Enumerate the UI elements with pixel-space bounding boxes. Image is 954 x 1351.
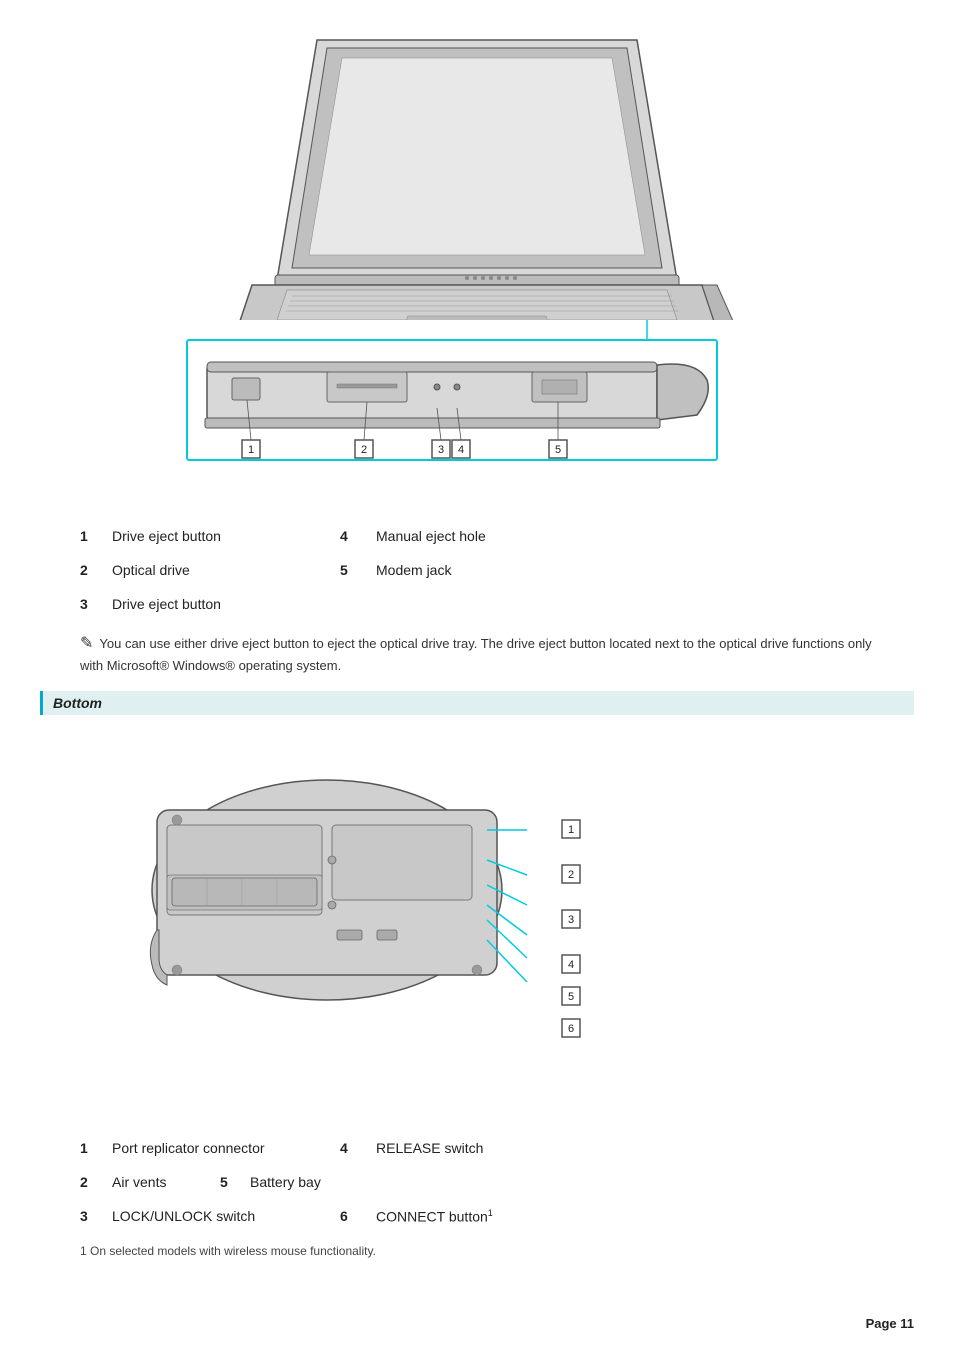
bottom-part-item-1: 1 Port replicator connector bbox=[80, 1140, 340, 1156]
bottom-part-item-5: 5 Battery bay bbox=[220, 1174, 321, 1190]
part-number-2: 2 bbox=[80, 562, 104, 578]
part-name-4: Manual eject hole bbox=[376, 528, 486, 544]
part-item-3: 3 Drive eject button bbox=[80, 596, 340, 612]
bottom-part-item-4: 4 RELEASE switch bbox=[340, 1140, 600, 1156]
bottom-part-item-2: 2 Air vents bbox=[80, 1174, 220, 1190]
bottom-parts-row-3-6: 3 LOCK/UNLOCK switch 6 CONNECT button1 bbox=[80, 1208, 874, 1225]
note-icon: ✎ bbox=[80, 635, 93, 652]
svg-text:1: 1 bbox=[568, 824, 574, 836]
svg-text:4: 4 bbox=[568, 959, 574, 971]
parts-row-2-5: 2 Optical drive 5 Modem jack bbox=[80, 562, 874, 578]
svg-text:5: 5 bbox=[555, 444, 561, 456]
note-box: ✎You can use either drive eject button t… bbox=[80, 632, 874, 676]
laptop-illustration bbox=[40, 20, 914, 320]
part-item-4: 4 Manual eject hole bbox=[340, 528, 600, 544]
footnote: 1 On selected models with wireless mouse… bbox=[80, 1244, 874, 1258]
bottom-part-number-3: 3 bbox=[80, 1208, 104, 1224]
front-parts-list: 1 Drive eject button 4 Manual eject hole… bbox=[80, 528, 874, 612]
front-view-section: 1 2 3 4 5 bbox=[137, 320, 817, 503]
svg-text:4: 4 bbox=[458, 444, 464, 456]
footnote-text: 1 On selected models with wireless mouse… bbox=[80, 1244, 376, 1258]
part-name-3: Drive eject button bbox=[112, 596, 221, 612]
bottom-badges-svg: 1 2 3 4 5 6 bbox=[557, 810, 607, 1090]
page-container: 1 2 3 4 5 1 Drive eject button bbox=[0, 0, 954, 1351]
bottom-part-name-3: LOCK/UNLOCK switch bbox=[112, 1208, 255, 1224]
svg-text:2: 2 bbox=[361, 444, 367, 456]
bottom-part-name-2: Air vents bbox=[112, 1174, 166, 1190]
bottom-part-item-6: 6 CONNECT button1 bbox=[340, 1208, 600, 1225]
part-number-3: 3 bbox=[80, 596, 104, 612]
bottom-parts-row-2-5: 2 Air vents 5 Battery bay bbox=[80, 1174, 874, 1190]
bottom-section-header: Bottom bbox=[40, 691, 914, 715]
part-number-1: 1 bbox=[80, 528, 104, 544]
part-item-5: 5 Modem jack bbox=[340, 562, 600, 578]
bottom-part-number-5: 5 bbox=[220, 1174, 238, 1190]
svg-text:3: 3 bbox=[568, 914, 574, 926]
bottom-section-title: Bottom bbox=[53, 695, 102, 711]
svg-text:3: 3 bbox=[438, 444, 444, 456]
bottom-parts-row-1-4: 1 Port replicator connector 4 RELEASE sw… bbox=[80, 1140, 874, 1156]
bottom-part-item-3: 3 LOCK/UNLOCK switch bbox=[80, 1208, 340, 1224]
part-name-2: Optical drive bbox=[112, 562, 190, 578]
bottom-parts-list: 1 Port replicator connector 4 RELEASE sw… bbox=[80, 1140, 874, 1225]
bottom-part-number-4: 4 bbox=[340, 1140, 364, 1156]
svg-text:1: 1 bbox=[248, 444, 254, 456]
bottom-part-name-6: CONNECT button1 bbox=[376, 1208, 493, 1225]
bottom-view-svg bbox=[137, 730, 537, 1010]
bottom-badges: 1 2 3 4 5 6 bbox=[557, 730, 637, 1120]
bottom-part-number-2: 2 bbox=[80, 1174, 104, 1190]
bottom-view-section: 1 2 3 4 5 6 bbox=[137, 730, 817, 1120]
part-item-2: 2 Optical drive bbox=[80, 562, 340, 578]
front-view-svg: 1 2 3 4 5 bbox=[137, 320, 817, 500]
note-text: You can use either drive eject button to… bbox=[80, 636, 872, 673]
parts-row-3: 3 Drive eject button bbox=[80, 596, 874, 612]
parts-row-1-4: 1 Drive eject button 4 Manual eject hole bbox=[80, 528, 874, 544]
svg-text:6: 6 bbox=[568, 1023, 574, 1035]
part-name-1: Drive eject button bbox=[112, 528, 221, 544]
svg-text:5: 5 bbox=[568, 991, 574, 1003]
bottom-part-name-5: Battery bay bbox=[250, 1174, 321, 1190]
part-item-1: 1 Drive eject button bbox=[80, 528, 340, 544]
part-name-5: Modem jack bbox=[376, 562, 451, 578]
bottom-part-number-1: 1 bbox=[80, 1140, 104, 1156]
bottom-laptop-illustration bbox=[137, 730, 557, 1120]
bottom-part-name-4: RELEASE switch bbox=[376, 1140, 483, 1156]
laptop-top-svg bbox=[197, 20, 757, 320]
svg-text:2: 2 bbox=[568, 869, 574, 881]
page-number: Page 11 bbox=[866, 1316, 914, 1331]
bottom-part-number-6: 6 bbox=[340, 1208, 364, 1224]
bottom-part-name-1: Port replicator connector bbox=[112, 1140, 265, 1156]
part-number-4: 4 bbox=[340, 528, 364, 544]
part-number-5: 5 bbox=[340, 562, 364, 578]
